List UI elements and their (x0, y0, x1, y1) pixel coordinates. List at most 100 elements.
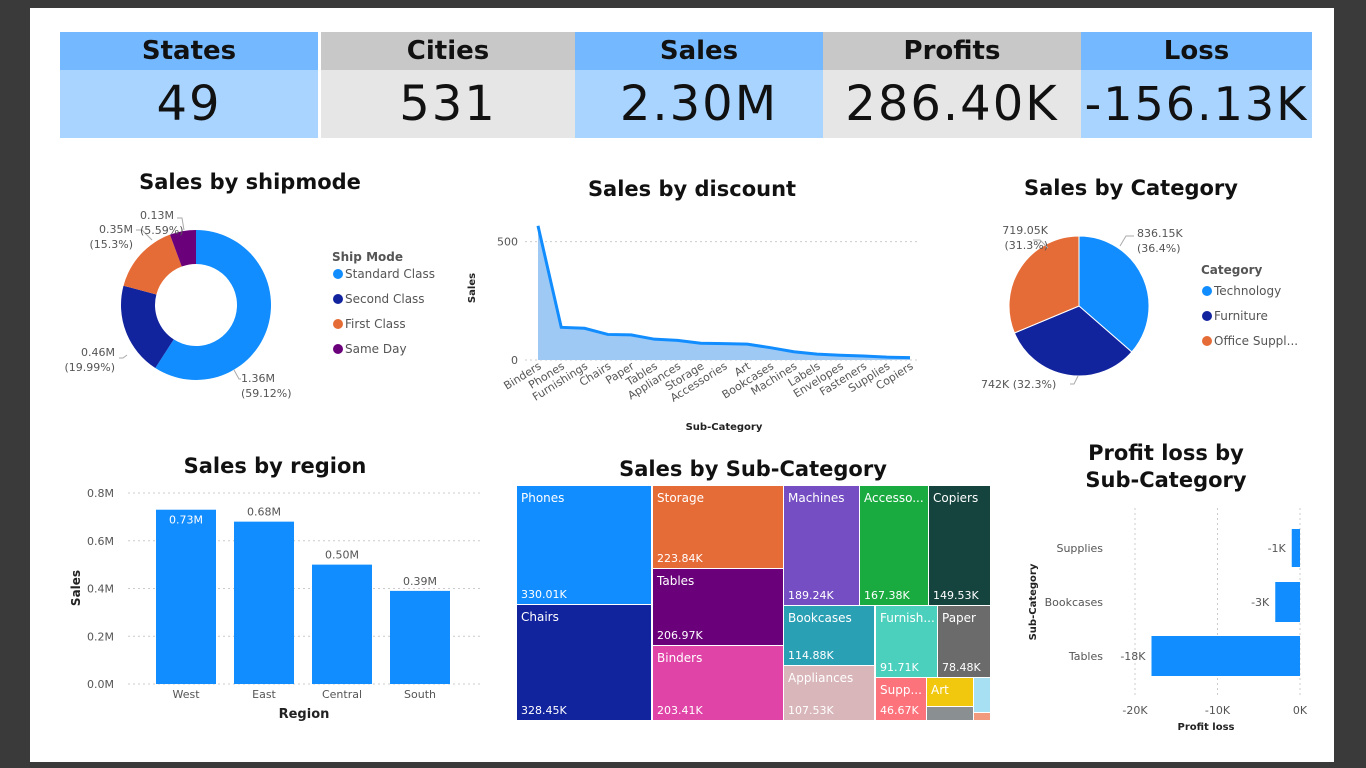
treemap-tile-value: 46.67K (880, 704, 919, 717)
y-axis-label: Sub-Category (1028, 563, 1039, 640)
bar-value-label: 0.50M (325, 549, 359, 562)
leader-line (1119, 235, 1134, 247)
donut-label: 0.35M (99, 223, 133, 236)
y-tick-label: 0.2M (87, 630, 114, 643)
legend-marker (333, 269, 343, 279)
treemap-tile-value: 203.41K (657, 704, 703, 717)
y-tick-label: Supplies (1056, 542, 1103, 555)
legend-marker (333, 319, 343, 329)
treemap-tile-value: 206.97K (657, 629, 703, 642)
treemap-tile-value: 91.71K (880, 661, 919, 674)
y-tick-label: Bookcases (1045, 596, 1104, 609)
legend-item: Standard Class (345, 267, 435, 281)
bar-value-label: 0.73M (169, 514, 203, 527)
x-tick-label: West (172, 688, 200, 701)
donut-label: (15.3%) (89, 238, 133, 251)
x-tick-label: South (404, 688, 436, 701)
bar-value-label: -1K (1268, 542, 1287, 555)
bar (156, 509, 216, 684)
treemap-tile (974, 713, 990, 720)
x-axis-label: Region (279, 707, 330, 722)
bar-value-label: -18K (1120, 650, 1146, 663)
pie-label: 742K (32.3%) (981, 378, 1056, 391)
legend-item: Second Class (345, 292, 425, 306)
bar (1151, 636, 1300, 676)
treemap-tile-name: Machines (788, 491, 844, 505)
y-tick-label: 500 (497, 236, 518, 249)
leader-line (233, 369, 241, 380)
charts-svg: 1.36M (59.12%) 0.46M (19.99%) 0.35M (15.3%) 0.… (64, 209, 1307, 733)
x-axis-label: Profit loss (1177, 722, 1234, 733)
x-axis-label: Sub-Category (686, 422, 763, 433)
area-fill (538, 225, 910, 360)
treemap-tile-value: 167.38K (864, 589, 910, 602)
treemap-tile-name: Art (931, 683, 949, 697)
donut-label: 0.46M (81, 346, 115, 359)
treemap-tile (927, 707, 973, 720)
donut-label: (59.12%) (241, 387, 292, 400)
treemap-tile-value: 330.01K (521, 588, 567, 601)
x-tick-label: -20K (1122, 704, 1148, 717)
legend-marker (1202, 311, 1212, 321)
donut-label: 0.13M (140, 209, 174, 222)
legend-marker (333, 344, 343, 354)
bar (390, 590, 450, 684)
treemap-tile-value: 223.84K (657, 552, 703, 565)
legend-item: Technology (1213, 284, 1281, 298)
treemap-tile-name: Chairs (521, 610, 559, 624)
bar-value-label: 0.68M (247, 506, 281, 519)
treemap-tile-value: 328.45K (521, 704, 567, 717)
treemap-tile-name: Tables (656, 574, 694, 588)
treemap-tile-name: Bookcases (788, 611, 852, 625)
pie-label: 719.05K (1002, 224, 1048, 237)
leader-line (1070, 375, 1079, 385)
bar-value-label: -3K (1251, 596, 1270, 609)
treemap-tile-name: Supp... (880, 683, 922, 697)
report-canvas: States 49 Cities 531 Sales 2.30M Profits… (30, 8, 1334, 762)
bar-value-label: 0.39M (403, 575, 437, 588)
y-axis-label: Sales (69, 570, 83, 606)
bar (312, 564, 372, 684)
y-tick-label: 0.8M (87, 487, 114, 500)
treemap-tile-value: 107.53K (788, 704, 834, 717)
treemap-tile-name: Storage (657, 491, 704, 505)
treemap-tile (974, 678, 990, 712)
y-tick-label: 0.0M (87, 678, 114, 691)
donut-label: (5.59%) (140, 224, 184, 237)
y-axis-label: Sales (467, 273, 478, 303)
y-tick-label: 0 (511, 354, 518, 367)
x-tick-label: East (252, 688, 276, 701)
treemap-tile-name: Phones (521, 491, 564, 505)
treemap-tile-value: 189.24K (788, 589, 834, 602)
bar (1291, 529, 1300, 567)
legend-title: Ship Mode (332, 250, 403, 264)
treemap-tile-name: Appliances (788, 671, 853, 685)
y-tick-label: Tables (1068, 650, 1103, 663)
leader-line (119, 354, 128, 359)
legend-item: Office Suppl... (1214, 334, 1298, 348)
x-tick-label: Central (322, 688, 362, 701)
treemap-tile-value: 78.48K (942, 661, 981, 674)
bar (1275, 582, 1300, 622)
treemap-tile-name: Binders (657, 651, 702, 665)
treemap-tile-name: Furnish... (880, 611, 935, 625)
legend-marker (333, 294, 343, 304)
treemap-tile-name: Accesso... (864, 491, 924, 505)
treemap-tile-name: Paper (942, 611, 976, 625)
treemap-tile-value: 149.53K (933, 589, 979, 602)
legend-marker (1202, 286, 1212, 296)
treemap-tile-name: Copiers (933, 491, 978, 505)
donut-label: (19.99%) (64, 361, 115, 374)
x-tick-label: -10K (1205, 704, 1231, 717)
legend-item: First Class (345, 317, 406, 331)
donut-label: 1.36M (241, 372, 275, 385)
y-tick-label: 0.6M (87, 535, 114, 548)
pie-label: 836.15K (1137, 227, 1183, 240)
pie-label: (36.4%) (1137, 242, 1181, 255)
legend-title: Category (1201, 263, 1263, 277)
legend-item: Same Day (345, 342, 407, 356)
bar (234, 521, 294, 684)
legend-item: Furniture (1214, 309, 1268, 323)
treemap-tile-value: 114.88K (788, 649, 834, 662)
y-tick-label: 0.4M (87, 583, 114, 596)
